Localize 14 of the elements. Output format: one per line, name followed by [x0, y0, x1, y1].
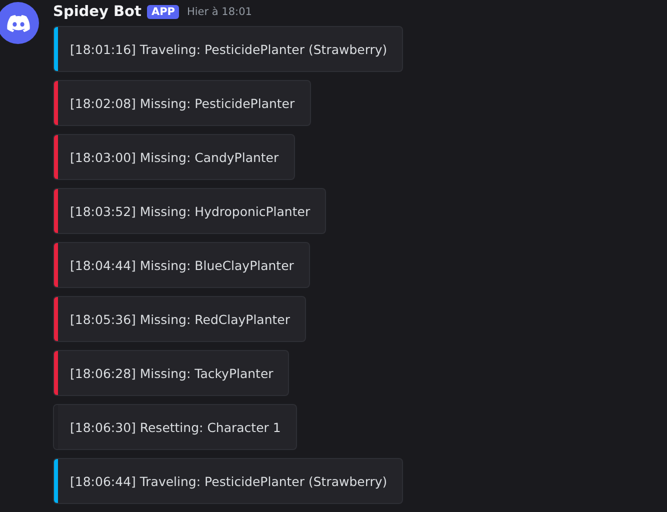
embed-text: [18:03:00] Missing: CandyPlanter	[69, 150, 280, 164]
message-timestamp: Hier à 18:01	[186, 6, 252, 18]
embed-text: [18:06:44] Traveling: PesticidePlanter (Strawberry)	[69, 474, 388, 488]
embed-text: [18:02:08] Missing: PesticidePlanter	[69, 96, 296, 110]
embed-text: [18:06:30] Resetting: Character 1	[69, 420, 282, 434]
embed-text: [18:03:52] Missing: HydroponicPlanter	[69, 204, 312, 218]
app-tag: APP	[147, 5, 179, 19]
author-name[interactable]: Spidey Bot	[53, 4, 142, 20]
game-controller-icon	[6, 14, 30, 32]
embed-text: [18:01:16] Traveling: PesticidePlanter (Strawberry)	[69, 42, 388, 56]
embed-text: [18:04:44] Missing: BlueClayPlanter	[69, 258, 295, 272]
embed-text: [18:06:28] Missing: TackyPlanter	[69, 366, 274, 380]
bot-avatar[interactable]	[0, 2, 39, 44]
embed-text: [18:05:36] Missing: RedClayPlanter	[69, 312, 291, 326]
